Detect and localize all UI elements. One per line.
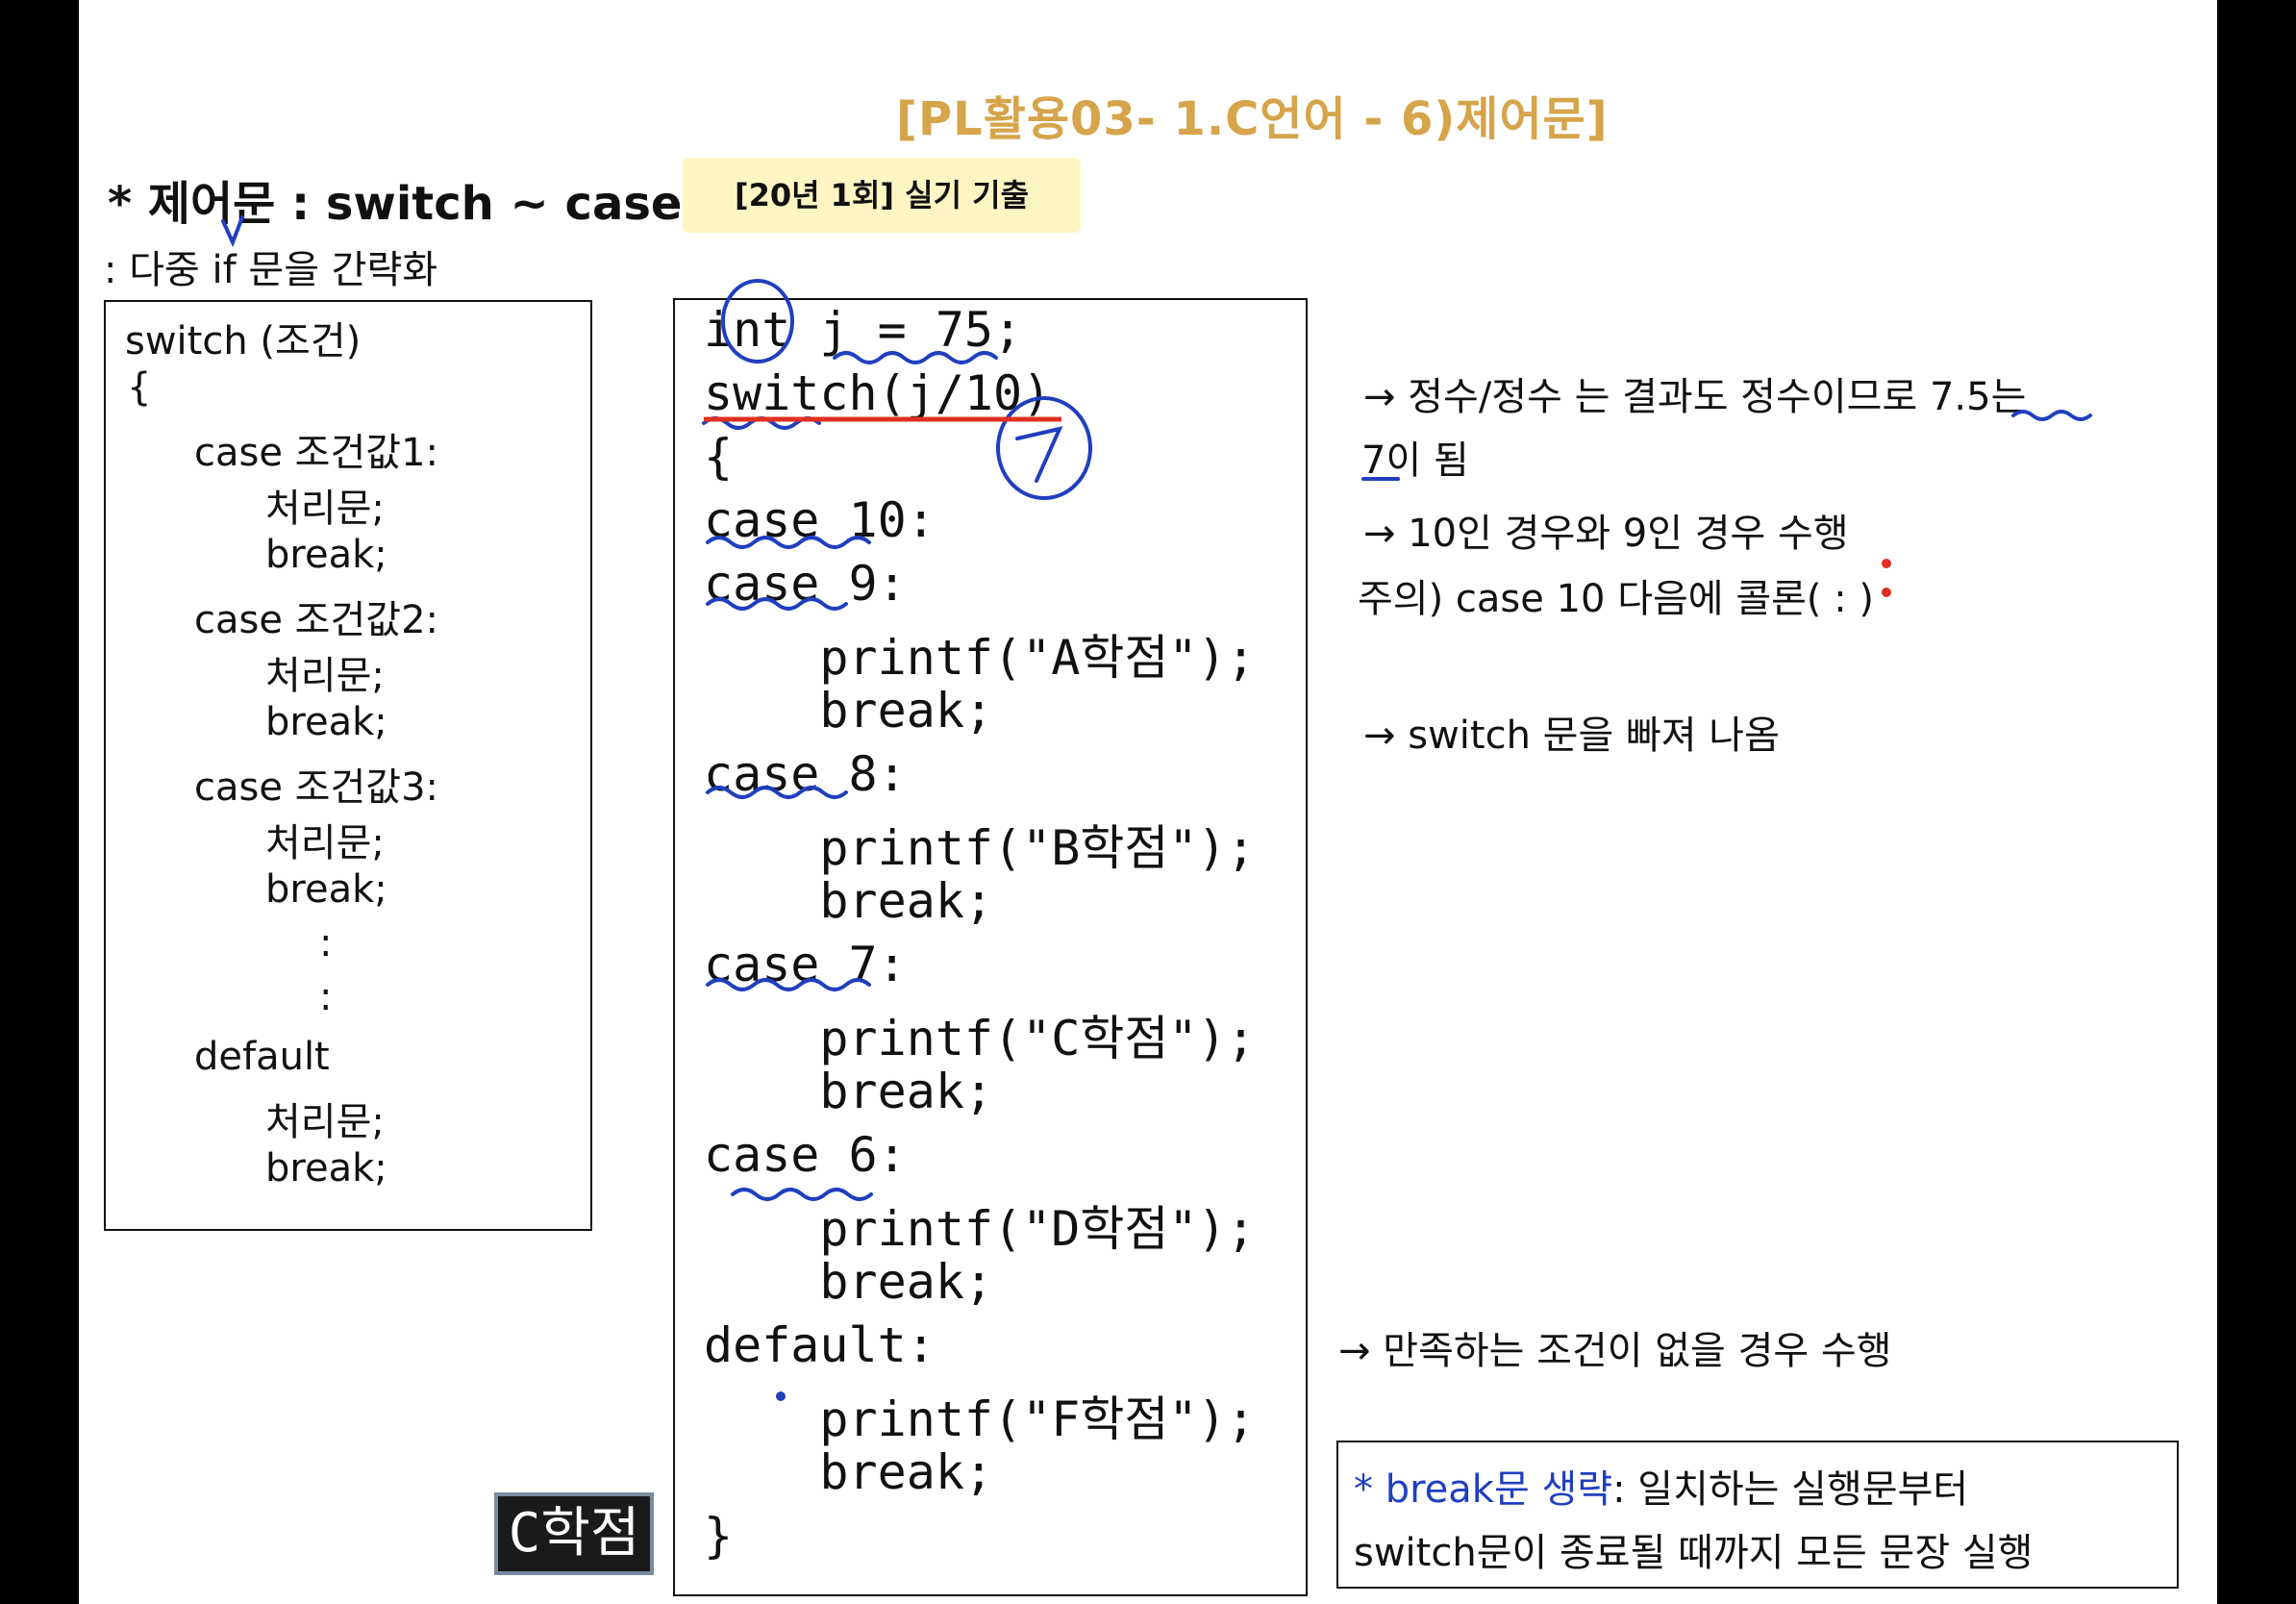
section-subtitle: : 다중 if 문을 간략화 <box>104 248 438 292</box>
syntax-box: switch (조건) { case 조건값1: 처리문; break; cas… <box>104 300 592 1231</box>
summary-line1: * break문 생략: 일치하는 실행문부터 <box>1354 1458 1968 1514</box>
summary-line1-rest: : 일치하는 실행문부터 <box>1612 1467 1969 1512</box>
slide-title: [PL활용03- 1.C언어 - 6)제어문] <box>896 92 1609 146</box>
exam-badge: [20년 1회] 실기 기출 <box>683 158 1081 233</box>
syntax-line: 처리문; <box>265 487 385 531</box>
code-line: printf("A학점"); <box>704 630 1256 686</box>
code-line: break; <box>704 1254 994 1310</box>
syntax-line: break; <box>265 700 387 744</box>
slide: [PL활용03- 1.C언어 - 6)제어문] * 제어문 : switch ~… <box>79 0 2217 1604</box>
syntax-line: 처리문; <box>265 654 385 698</box>
summary-box: * break문 생략: 일치하는 실행문부터 switch문이 종료될 때까지… <box>1336 1441 2179 1589</box>
syntax-line: : <box>319 921 333 965</box>
syntax-line: switch (조건) <box>125 319 362 363</box>
summary-line2: switch문이 종료될 때까지 모든 문장 실행 <box>1354 1531 2034 1575</box>
code-line: switch(j/10) <box>704 365 1052 421</box>
syntax-line: break; <box>265 867 387 912</box>
code-line: default: <box>704 1317 936 1373</box>
code-line: case 7: <box>704 937 907 992</box>
code-line: } <box>704 1508 734 1564</box>
code-line: break; <box>704 683 994 739</box>
code-line: break; <box>704 1064 994 1119</box>
note-fallthrough: → 10인 경우와 9인 경우 수행 <box>1363 512 1849 556</box>
code-line: int j = 75; <box>704 302 1023 358</box>
ink-red-dot-2 <box>1882 588 1891 597</box>
code-line: break; <box>704 873 994 929</box>
code-line: printf("B학점"); <box>704 820 1256 876</box>
syntax-line: case 조건값3: <box>194 765 438 810</box>
code-line: break; <box>704 1444 994 1500</box>
syntax-line: : <box>319 975 333 1019</box>
code-line: case 9: <box>704 556 907 612</box>
code-line: case 8: <box>704 746 907 802</box>
code-line: printf("C학점"); <box>704 1011 1256 1066</box>
syntax-line: 처리문; <box>265 1100 385 1144</box>
code-line: case 10: <box>704 492 936 548</box>
code-line: printf("F학점"); <box>704 1391 1256 1447</box>
output-thumbnail: C학점 <box>494 1492 654 1575</box>
summary-prefix: * break문 생략 <box>1354 1467 1613 1512</box>
syntax-line: case 조건값1: <box>194 431 438 475</box>
note-default: → 만족하는 조건이 없을 경우 수행 <box>1338 1329 1892 1373</box>
code-box: int j = 75; switch(j/10) { case 10: case… <box>673 298 1308 1596</box>
syntax-line: break; <box>265 1146 387 1190</box>
syntax-line: { <box>127 365 152 410</box>
syntax-line: 처리문; <box>265 821 385 865</box>
note-integer-division: → 정수/정수 는 결과도 정수이므로 7.5는 <box>1363 375 2027 419</box>
code-line: case 6: <box>704 1127 907 1183</box>
note-colon-warning: 주의) case 10 다음에 콜론( : ) <box>1358 577 1875 621</box>
syntax-line: default <box>194 1035 330 1079</box>
ink-red-dot-1 <box>1882 559 1891 568</box>
code-line: printf("D학점"); <box>704 1201 1256 1257</box>
syntax-line: case 조건값2: <box>194 598 438 642</box>
note-break: → switch 문을 빠져 나옴 <box>1363 714 1780 758</box>
note-integer-result: 7이 됨 <box>1361 439 1469 483</box>
section-heading: * 제어문 : switch ~ case 문 <box>108 177 741 231</box>
syntax-line: break; <box>265 533 387 577</box>
code-line: { <box>704 429 734 485</box>
